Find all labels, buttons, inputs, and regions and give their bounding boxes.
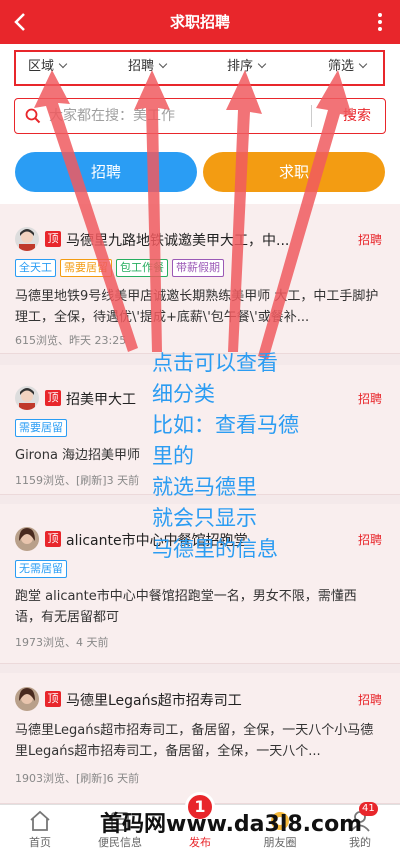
listing-card[interactable]: 顶 马德里Legańs超市招寿司工 招聘 马德里Legańs超市招寿司工，备居留… <box>0 673 400 804</box>
avatar <box>15 527 39 551</box>
annotation-line: 就选马德里 <box>152 475 257 499</box>
search-icon <box>25 108 41 128</box>
nav-home[interactable]: 首页 <box>0 805 80 849</box>
tag: 全天工 <box>15 259 56 277</box>
tag: 需要居留 <box>60 259 112 277</box>
tag: 无需居留 <box>15 560 67 578</box>
listing-description: 马德里地铁9号线美甲店诚邀长期熟练美甲师 大工，中工手脚护理工，全保，待遇优\'… <box>15 289 379 325</box>
chevron-down-icon <box>257 59 267 69</box>
listing-title: 马德里九路地铁诚邀美甲大工，中... <box>66 233 290 249</box>
avatar <box>15 386 39 410</box>
tab-seek-button[interactable]: 求职 <box>203 152 385 192</box>
avatar <box>15 687 39 711</box>
top-bar: 求职招聘 <box>0 0 400 44</box>
annotation-note: 点击可以查看 细分类 比如：查看马德 里的 就选马德里 就会只显示 马德里的信息 <box>152 348 332 565</box>
listing-type: 招聘 <box>357 693 382 707</box>
annotation-line: 就会只显示 <box>152 506 257 530</box>
listing-card[interactable]: 顶 马德里九路地铁诚邀美甲大工，中... 招聘 全天工 需要居留 包工作餐 带薪… <box>0 204 400 354</box>
filter-highlight-box: 区域 招聘 排序 筛选 <box>14 50 385 86</box>
tag: 包工作餐 <box>116 259 168 277</box>
top-badge: 顶 <box>45 231 61 247</box>
filter-region[interactable]: 区域 <box>28 52 68 84</box>
filter-bar: 区域 招聘 排序 筛选 <box>0 44 400 90</box>
tag-list: 全天工 需要居留 包工作餐 带薪假期 <box>15 259 224 277</box>
listing-meta: 1973浏览、4 天前 <box>15 636 109 649</box>
listing-meta: 615浏览、昨天 23:25 <box>15 334 127 347</box>
search-input[interactable] <box>49 104 299 128</box>
filter-category-label: 招聘 <box>128 59 155 74</box>
chevron-down-icon <box>158 59 168 69</box>
home-icon <box>30 810 50 831</box>
filter-more[interactable]: 筛选 <box>328 52 368 84</box>
filter-region-label: 区域 <box>28 59 55 74</box>
listing-type: 招聘 <box>357 392 382 406</box>
search-section: 搜索 <box>0 90 400 142</box>
filter-sort[interactable]: 排序 <box>227 52 267 84</box>
listing-type: 招聘 <box>357 533 382 547</box>
tag-list: 需要居留 <box>15 419 67 437</box>
annotation-line: 里的 <box>152 444 194 468</box>
nav-home-label: 首页 <box>29 836 51 849</box>
more-menu-icon[interactable] <box>370 8 390 36</box>
top-badge: 顶 <box>45 691 61 707</box>
filter-category[interactable]: 招聘 <box>128 52 168 84</box>
listing-meta: 1903浏览、[刷新]6 天前 <box>15 772 140 785</box>
top-badge: 顶 <box>45 390 61 406</box>
listing-meta: 1159浏览、[刷新]3 天前 <box>15 474 140 487</box>
tab-hire-button[interactable]: 招聘 <box>15 152 197 192</box>
annotation-line: 点击可以查看 <box>152 351 278 375</box>
tag-list: 无需居留 <box>15 560 67 578</box>
page-title: 求职招聘 <box>169 13 230 31</box>
listing-title: 马德里Legańs超市招寿司工 <box>66 693 242 709</box>
avatar <box>15 227 39 251</box>
top-badge: 顶 <box>45 531 61 547</box>
watermark: 首码网www.da3l8.com <box>100 812 363 837</box>
filter-more-label: 筛选 <box>328 59 355 74</box>
search-divider <box>311 105 312 127</box>
tag: 带薪假期 <box>172 259 224 277</box>
listing-type: 招聘 <box>357 233 382 247</box>
search-box: 搜索 <box>14 98 386 134</box>
tag: 需要居留 <box>15 419 67 437</box>
listing-description: 马德里Legańs超市招寿司工，备居留，全保，一天八个小马德里Legańs超市招… <box>15 723 374 759</box>
filter-sort-label: 排序 <box>227 59 254 74</box>
listing-description: 跑堂 alicante市中心中餐馆招跑堂一名，男女不限，需懂西语，有无居留都可 <box>15 589 357 625</box>
annotation-line: 比如：查看马德 <box>152 413 299 437</box>
type-tabs: 招聘 求职 <box>0 142 400 204</box>
search-button[interactable]: 搜索 <box>343 99 371 133</box>
chevron-down-icon <box>358 59 368 69</box>
chevron-down-icon <box>58 59 68 69</box>
annotation-line: 马德里的信息 <box>152 537 278 561</box>
annotation-line: 细分类 <box>152 382 215 406</box>
